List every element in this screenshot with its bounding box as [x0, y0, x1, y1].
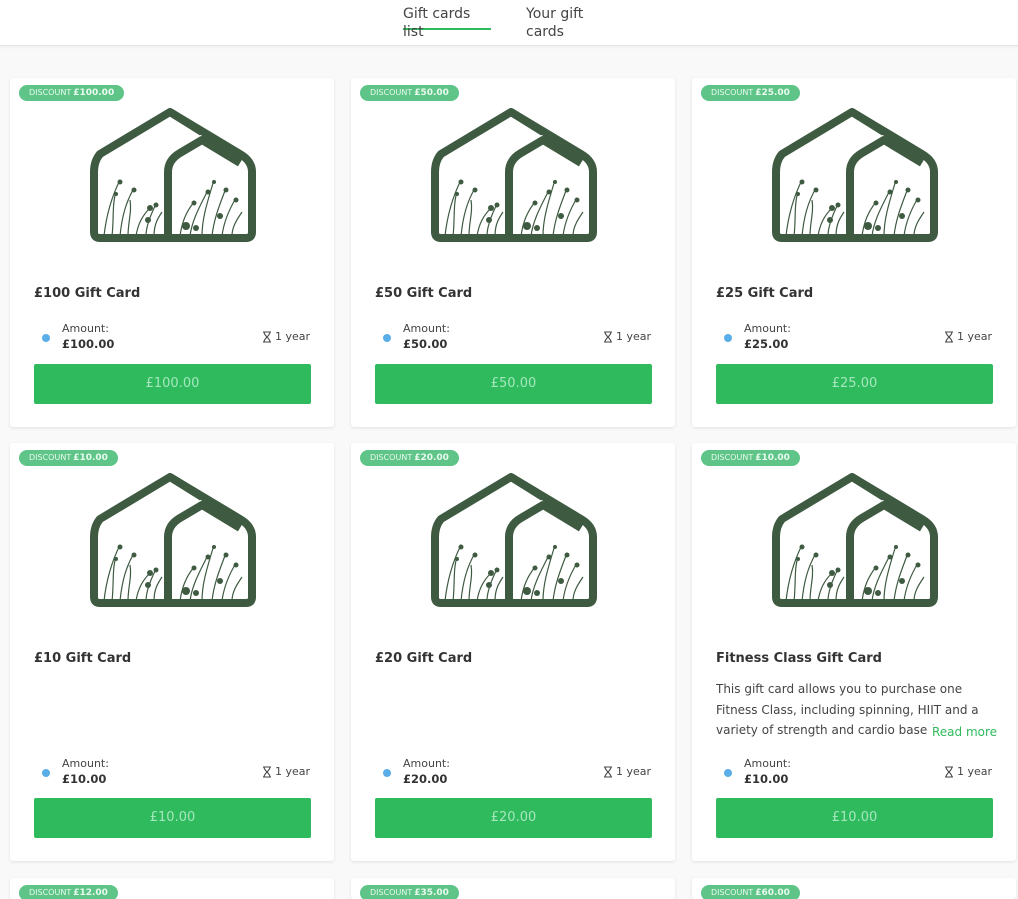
greenhouse-logo-icon — [772, 473, 938, 607]
discount-badge: DISCOUNT £25.00 — [701, 85, 800, 101]
amount-value: £20.00 — [403, 772, 448, 786]
amount-label: Amount: — [62, 322, 109, 335]
tab-your-gift-cards[interactable]: Your gift cards — [526, 5, 624, 40]
gift-card-50: DISCOUNT £50.00 £50 Gift Card Amount: £50… — [351, 78, 675, 427]
gift-card-10: DISCOUNT £10.00 £10 Gift Card Amount: £10… — [10, 443, 334, 861]
dot-icon — [383, 769, 391, 777]
amount-label: Amount: — [744, 322, 791, 335]
amount-value: £100.00 — [62, 337, 115, 351]
dot-icon — [383, 334, 391, 342]
validity-duration: 1 year — [262, 765, 310, 778]
hourglass-icon — [603, 331, 613, 343]
card-title: £20 Gift Card — [375, 651, 473, 666]
amount-label: Amount: — [62, 757, 109, 770]
buy-button[interactable]: £100.00 — [34, 364, 311, 404]
buy-button[interactable]: £20.00 — [375, 798, 652, 838]
validity-duration: 1 year — [944, 330, 992, 343]
read-more-link[interactable]: Read more — [928, 725, 998, 739]
discount-badge: DISCOUNT £35.00 — [360, 885, 459, 899]
gift-card-25: DISCOUNT £25.00 £25 Gift Card Amount: £25… — [692, 78, 1016, 427]
discount-badge: DISCOUNT £60.00 — [701, 885, 800, 899]
amount-label: Amount: — [744, 757, 791, 770]
discount-badge: DISCOUNT £20.00 — [360, 450, 459, 466]
hourglass-icon — [603, 766, 613, 778]
amount-value: £10.00 — [744, 772, 789, 786]
dot-icon — [42, 769, 50, 777]
dot-icon — [42, 334, 50, 342]
gift-card-12: DISCOUNT £12.00 — [10, 878, 334, 899]
validity-duration: 1 year — [603, 330, 651, 343]
validity-duration: 1 year — [944, 765, 992, 778]
hourglass-icon — [262, 331, 272, 343]
discount-badge: DISCOUNT £50.00 — [360, 85, 459, 101]
buy-button[interactable]: £25.00 — [716, 364, 993, 404]
validity-duration: 1 year — [603, 765, 651, 778]
dot-icon — [724, 334, 732, 342]
greenhouse-logo-icon — [90, 473, 256, 607]
gift-card-60: DISCOUNT £60.00 — [692, 878, 1016, 899]
gift-card-20: DISCOUNT £20.00 £20 Gift Card Amount: £20… — [351, 443, 675, 861]
hourglass-icon — [944, 331, 954, 343]
card-title: £10 Gift Card — [34, 651, 132, 666]
validity-duration: 1 year — [262, 330, 310, 343]
amount-value: £10.00 — [62, 772, 107, 786]
gift-card-100: DISCOUNT £100.00 £100 Gift Card Amount: £… — [10, 78, 334, 427]
discount-badge: DISCOUNT £10.00 — [19, 450, 118, 466]
amount-value: £25.00 — [744, 337, 789, 351]
discount-badge: DISCOUNT £100.00 — [19, 85, 125, 101]
greenhouse-logo-icon — [90, 108, 256, 242]
top-navigation: Gift cards list Your gift cards — [0, 0, 1018, 46]
discount-badge: DISCOUNT £12.00 — [19, 885, 118, 899]
card-title: £100 Gift Card — [34, 286, 141, 301]
discount-badge: DISCOUNT £10.00 — [701, 450, 800, 466]
buy-button[interactable]: £10.00 — [34, 798, 311, 838]
dot-icon — [724, 769, 732, 777]
greenhouse-logo-icon — [772, 108, 938, 242]
gift-card-35: DISCOUNT £35.00 — [351, 878, 675, 899]
amount-value: £50.00 — [403, 337, 448, 351]
gift-card-fitness-class: DISCOUNT £10.00 Fitness Class Gift Card T… — [692, 443, 1016, 861]
buy-button[interactable]: £10.00 — [716, 798, 993, 838]
card-title: £25 Gift Card — [716, 286, 814, 301]
card-title: Fitness Class Gift Card — [716, 651, 882, 666]
amount-label: Amount: — [403, 322, 450, 335]
tab-gift-cards-list[interactable]: Gift cards list — [403, 5, 491, 40]
amount-label: Amount: — [403, 757, 450, 770]
buy-button[interactable]: £50.00 — [375, 364, 652, 404]
hourglass-icon — [262, 766, 272, 778]
card-title: £50 Gift Card — [375, 286, 473, 301]
greenhouse-logo-icon — [431, 108, 597, 242]
hourglass-icon — [944, 766, 954, 778]
greenhouse-logo-icon — [431, 473, 597, 607]
